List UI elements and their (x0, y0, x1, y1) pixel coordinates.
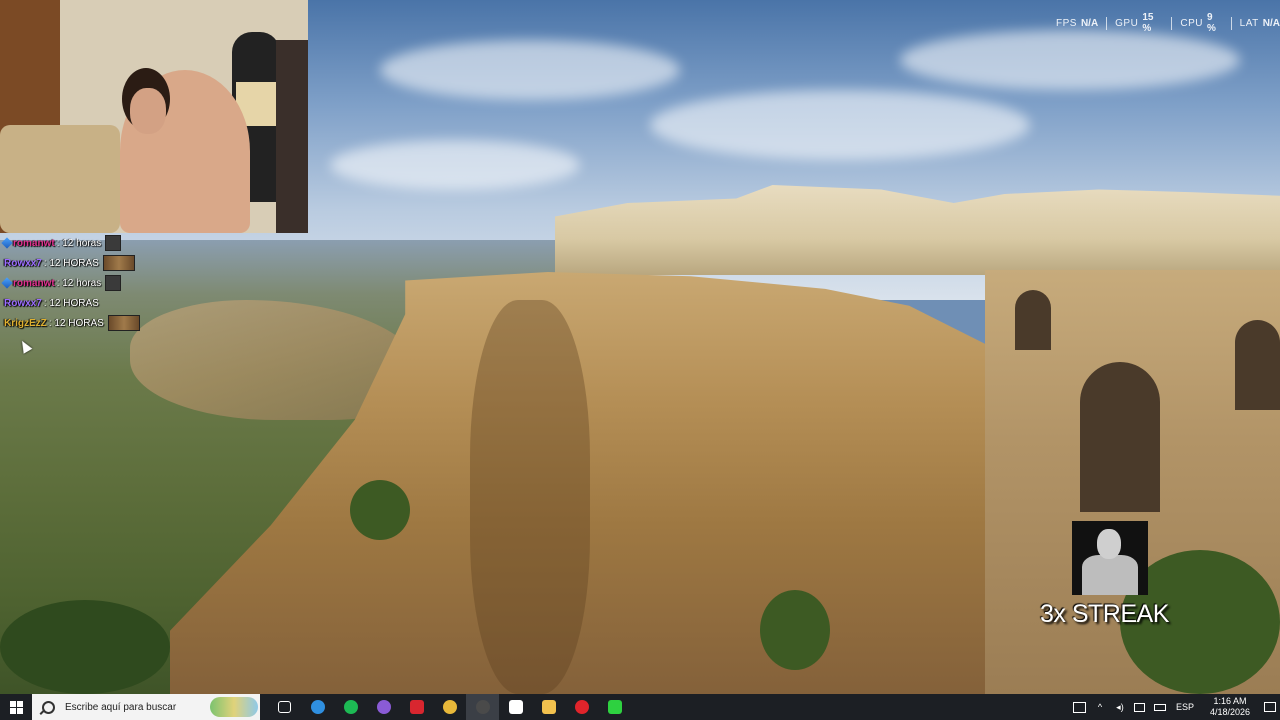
streak-label: 3x STREAK (1040, 600, 1169, 628)
edge-icon (310, 700, 325, 714)
start-button[interactable] (0, 694, 32, 720)
chat-message: romanwt: 12 horas (0, 273, 150, 293)
chat-emote-icon (102, 255, 135, 271)
perf-label: LAT (1239, 17, 1259, 29)
chat-text: : 12 HORAS (43, 297, 99, 309)
network-icon[interactable] (1130, 694, 1150, 720)
cloud (900, 30, 1240, 90)
chat-emote-icon (105, 235, 122, 251)
taskbar: Escribe aquí para buscar ^ ◂) ESP 1:16 A… (0, 694, 1280, 720)
taskbar-app-button[interactable] (499, 694, 532, 720)
webcam-streamer-face (130, 88, 166, 134)
tree (0, 600, 170, 694)
tree (760, 590, 830, 670)
chat-message: Rowxx7: 12 HORAS (0, 293, 150, 313)
search-placeholder: Escribe aquí para buscar (65, 701, 177, 713)
clock[interactable]: 1:16 AM 4/18/2026 (1210, 696, 1250, 718)
taskbar-search-box[interactable]: Escribe aquí para buscar (32, 694, 260, 720)
bridge-arch (1015, 290, 1051, 350)
battery-icon[interactable] (1150, 694, 1170, 720)
chat-message: KrigzEzZ: 12 HORAS (0, 313, 150, 333)
streak-image-face (1097, 529, 1121, 559)
file-explorer-icon (541, 700, 556, 714)
chat-text: : 12 horas (56, 237, 102, 249)
chat-badge-icon (1, 277, 13, 289)
taskbar-app-button[interactable] (466, 694, 499, 720)
perf-divider (1230, 16, 1232, 30)
taskbar-app-button[interactable] (598, 694, 631, 720)
perf-label: GPU (1115, 17, 1139, 29)
perf-value: 15 % (1142, 12, 1154, 34)
taskbar-app-button[interactable] (400, 694, 433, 720)
search-highlight-image (210, 697, 258, 717)
webcam-overlay (0, 0, 308, 233)
chevron-up-icon[interactable]: ^ (1090, 694, 1110, 720)
chat-emote-icon (107, 315, 140, 331)
bridge-arch (1235, 320, 1280, 410)
taskbar-app-button[interactable] (565, 694, 598, 720)
chat-username: KrigzEzZ (4, 317, 47, 329)
taskbar-apps (268, 694, 631, 720)
spotify-icon (343, 700, 358, 714)
chat-text: : 12 HORAS (48, 317, 104, 329)
chat-message: romanwt: 12 horas (0, 233, 150, 253)
wallpaper-cliff-shade (470, 300, 590, 694)
taskbar-app-button[interactable] (367, 694, 400, 720)
perf-fps: FPS N/A (1056, 18, 1098, 29)
perf-divider (1171, 16, 1173, 30)
windows-logo-icon (9, 700, 23, 714)
perf-gpu: GPU 15 % (1115, 12, 1163, 34)
language-indicator[interactable]: ESP (1176, 702, 1194, 712)
cloud (380, 40, 680, 100)
chat-emote-icon (105, 275, 122, 291)
performance-overlay: FPS N/A GPU 15 % CPU 9 % LAT N/A (1056, 12, 1280, 34)
perf-lat: LAT N/A (1240, 18, 1280, 29)
tree (350, 480, 410, 540)
chat-text: : 12 HORAS (43, 257, 99, 269)
chat-username: romanwt (13, 237, 55, 249)
perf-label: CPU (1180, 17, 1203, 29)
obs-icon (475, 700, 490, 714)
chat-text: : 12 horas (56, 277, 102, 289)
voicemod-icon (409, 700, 424, 714)
streak-image (1072, 521, 1148, 595)
perf-value: N/A (1080, 17, 1099, 29)
perf-value: 9 % (1206, 12, 1216, 34)
task-view-icon (278, 701, 291, 713)
webcam-shelf (276, 40, 308, 233)
taskbar-app-button[interactable] (532, 694, 565, 720)
perf-label: FPS (1056, 17, 1077, 29)
clock-date: 4/18/2026 (1209, 707, 1250, 717)
volume-icon[interactable]: ◂) (1110, 694, 1130, 720)
cloud (650, 90, 1030, 160)
discord-icon (376, 700, 391, 714)
chat-overlay: romanwt: 12 horas Rowxx7: 12 HORAS romanwt… (0, 233, 150, 333)
app-icon (508, 700, 523, 714)
chrome-icon (442, 700, 457, 714)
system-tray: ^ ◂) ESP 1:16 AM 4/18/2026 (1070, 694, 1280, 720)
taskbar-app-button[interactable] (433, 694, 466, 720)
chat-badge-icon (1, 237, 13, 249)
chat-username: Rowxx7 (4, 297, 42, 309)
keyboard-icon[interactable] (1070, 694, 1090, 720)
opera-icon (574, 700, 589, 714)
cloud (330, 140, 580, 190)
search-icon (42, 700, 55, 714)
perf-cpu: CPU 9 % (1180, 12, 1222, 34)
streak-image-body (1082, 555, 1138, 595)
chat-username: romanwt (13, 277, 55, 289)
notification-icon[interactable] (1260, 694, 1280, 720)
perf-divider (1106, 16, 1108, 30)
bridge-arch (1080, 362, 1160, 512)
perf-value: N/A (1262, 17, 1280, 29)
taskbar-app-button[interactable] (301, 694, 334, 720)
taskbar-app-button[interactable] (268, 694, 301, 720)
chat-message: Rowxx7: 12 HORAS (0, 253, 150, 273)
taskbar-app-button[interactable] (334, 694, 367, 720)
clock-time: 1:16 AM (1213, 696, 1247, 706)
kick-icon (607, 700, 622, 714)
chat-username: Rowxx7 (4, 257, 42, 269)
webcam-couch (0, 125, 120, 233)
